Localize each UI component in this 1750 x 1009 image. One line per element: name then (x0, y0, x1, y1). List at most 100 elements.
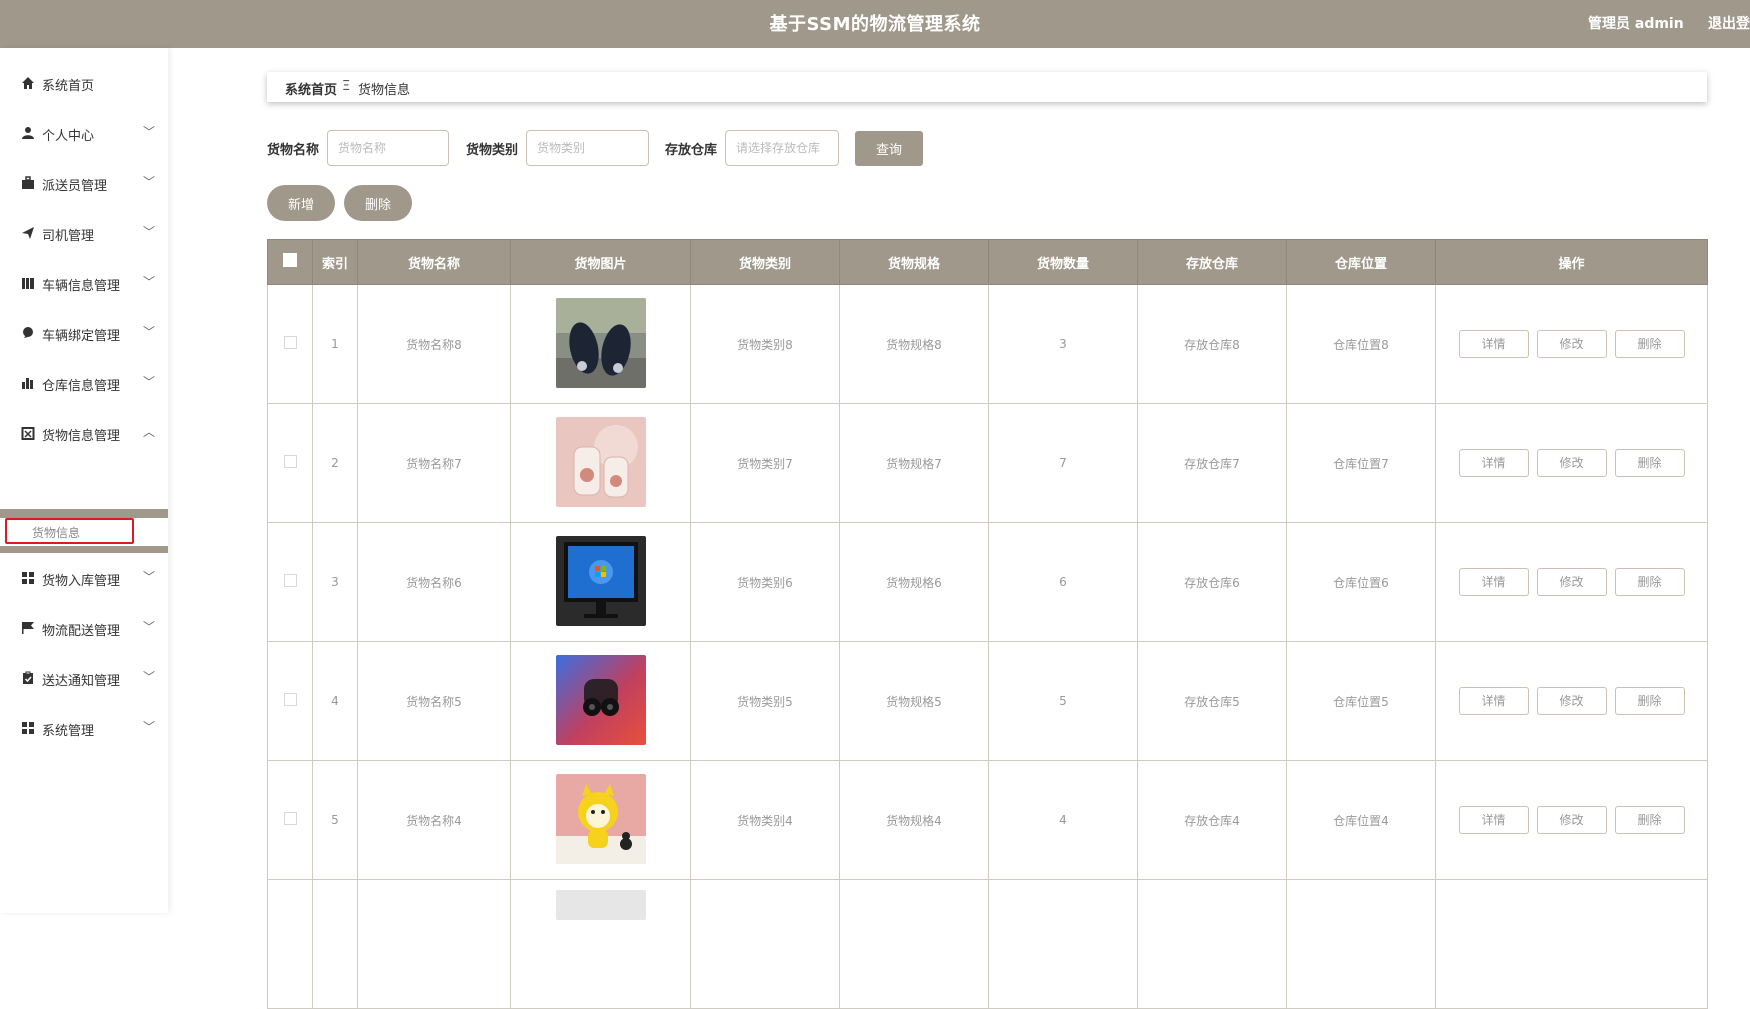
submenu-item-goods-info[interactable]: 货物信息 (0, 518, 168, 546)
sidebar-item-warehouses[interactable]: 仓库信息管理 ﹀ (0, 366, 168, 402)
row-spec: 货物规格7 (839, 403, 989, 523)
sidebar-item-notifications[interactable]: 送达通知管理 ﹀ (0, 661, 168, 697)
edit-button[interactable]: 修改 (1536, 449, 1607, 477)
chevron-down-icon: ﹀ (143, 125, 156, 139)
select-all-cell[interactable] (267, 239, 313, 285)
delete-button[interactable]: 删除 (1614, 330, 1685, 358)
table-header-row: 索引 货物名称 货物图片 货物类别 货物规格 货物数量 存放仓库 仓库位置 操作 (267, 239, 1708, 285)
row-quantity: 3 (988, 284, 1138, 404)
detail-button[interactable]: 详情 (1458, 806, 1529, 834)
edit-button[interactable]: 修改 (1536, 568, 1607, 596)
row-index: 4 (312, 641, 358, 761)
edit-button[interactable]: 修改 (1536, 687, 1607, 715)
detail-button[interactable]: 详情 (1458, 449, 1529, 477)
clipboard-icon (23, 671, 33, 684)
row-warehouse: 存放仓库6 (1137, 522, 1287, 642)
row-quantity: 7 (988, 403, 1138, 523)
row-goods-name: 货物名称4 (357, 760, 511, 880)
delete-button[interactable]: 删除 (1614, 806, 1685, 834)
add-button[interactable]: 新增 (267, 185, 335, 221)
column-header: 货物类别 (690, 239, 840, 285)
table-row: 4 货物名称5 货物类别5 货物规格5 5 存放仓库5 仓库位置5 详情 修改 删除 (267, 641, 1708, 761)
sidebar-item-label: 货物信息管理 (42, 429, 121, 444)
bar-chart-icon (22, 378, 33, 389)
sidebar-item-label: 车辆信息管理 (42, 279, 121, 294)
sidebar-item-system[interactable]: 系统管理 ﹀ (0, 711, 168, 747)
sidebar-item-label: 货物入库管理 (42, 574, 121, 589)
chevron-down-icon: ﹀ (143, 175, 156, 189)
logout-link[interactable]: 退出登 (1708, 13, 1750, 33)
top-bar: 基于SSM的物流管理系统 管理员 admin 退出登 (0, 0, 1750, 48)
paper-plane-icon (22, 227, 34, 239)
chevron-up-icon: ︿ (143, 425, 156, 439)
sidebar-item-vehicles[interactable]: 车辆信息管理 ﹀ (0, 266, 168, 302)
sidebar-item-home[interactable]: 系统首页 (0, 66, 168, 102)
sidebar-item-goods-inbound[interactable]: 货物入库管理 ﹀ (0, 561, 168, 597)
edit-button[interactable]: 修改 (1536, 806, 1607, 834)
delete-button[interactable]: 删除 (1614, 449, 1685, 477)
row-checkbox[interactable] (283, 574, 297, 587)
breadcrumb: 系统首页 Ξ 货物信息 (267, 72, 1707, 102)
chevron-down-icon: ﹀ (143, 570, 156, 584)
row-actions: 详情 修改 删除 (1435, 641, 1708, 761)
home-icon (22, 77, 34, 89)
sidebar-item-drivers[interactable]: 司机管理 ﹀ (0, 216, 168, 252)
sidebar-item-label: 系统首页 (42, 79, 95, 94)
row-actions: 详情 修改 删除 (1435, 284, 1708, 404)
select-all-checkbox[interactable] (283, 253, 297, 267)
row-actions: 详情 修改 删除 (1435, 760, 1708, 880)
sidebar-item-label: 司机管理 (42, 229, 95, 244)
detail-button[interactable]: 详情 (1458, 687, 1529, 715)
row-checkbox[interactable] (283, 693, 297, 706)
breadcrumb-current: 货物信息 (358, 83, 411, 98)
row-location: 仓库位置7 (1286, 403, 1436, 523)
sidebar-item-goods[interactable]: 货物信息管理 ︿ (0, 416, 168, 452)
row-location: 仓库位置4 (1286, 760, 1436, 880)
row-goods-name: 货物名称5 (357, 641, 511, 761)
breadcrumb-separator: Ξ (342, 79, 351, 94)
goods-table: 索引 货物名称 货物图片 货物类别 货物规格 货物数量 存放仓库 仓库位置 操作… (267, 239, 1708, 1009)
goods-image (555, 654, 646, 745)
row-checkbox[interactable] (283, 336, 297, 349)
goods-category-label: 货物类别 (466, 143, 519, 158)
table-row (267, 879, 1708, 1009)
sidebar-item-label: 送达通知管理 (42, 674, 121, 689)
row-warehouse: 存放仓库5 (1137, 641, 1287, 761)
delete-button[interactable]: 删除 (1614, 687, 1685, 715)
breadcrumb-home[interactable]: 系统首页 (285, 79, 337, 98)
goods-name-input[interactable] (327, 130, 449, 166)
table-row: 5 货物名称4 货物类别4 货物规格4 4 存放仓库4 仓库位置4 详情 修改 删除 (267, 760, 1708, 880)
goods-image (555, 297, 646, 388)
row-checkbox[interactable] (283, 455, 297, 468)
row-warehouse: 存放仓库7 (1137, 403, 1287, 523)
row-checkbox[interactable] (283, 812, 297, 825)
sidebar-item-couriers[interactable]: 派送员管理 ﹀ (0, 166, 168, 202)
column-header: 货物规格 (839, 239, 989, 285)
row-spec: 货物规格8 (839, 284, 989, 404)
sidebar-item-label: 物流配送管理 (42, 624, 121, 639)
box-icon (21, 427, 35, 440)
query-button[interactable]: 查询 (855, 131, 923, 166)
row-spec: 货物规格6 (839, 522, 989, 642)
row-actions: 详情 修改 删除 (1435, 403, 1708, 523)
goods-category-input[interactable] (526, 130, 649, 166)
batch-delete-button[interactable]: 删除 (344, 185, 412, 221)
row-goods-name: 货物名称6 (357, 522, 511, 642)
row-quantity: 4 (988, 760, 1138, 880)
row-index: 5 (312, 760, 358, 880)
table-row: 3 货物名称6 货物类别6 货物规格6 6 存放仓库6 仓库位置6 详情 修改 删除 (267, 522, 1708, 642)
row-location: 仓库位置8 (1286, 284, 1436, 404)
row-category: 货物类别8 (690, 284, 840, 404)
detail-button[interactable]: 详情 (1458, 330, 1529, 358)
edit-button[interactable]: 修改 (1536, 330, 1607, 358)
sidebar-item-label: 派送员管理 (42, 179, 108, 194)
user-icon (22, 127, 34, 139)
detail-button[interactable]: 详情 (1458, 568, 1529, 596)
warehouse-select[interactable] (725, 130, 839, 166)
row-quantity: 6 (988, 522, 1138, 642)
sidebar-item-profile[interactable]: 个人中心 ﹀ (0, 116, 168, 152)
sidebar-item-delivery[interactable]: 物流配送管理 ﹀ (0, 611, 168, 647)
sidebar-item-vehicle-binding[interactable]: 车辆绑定管理 ﹀ (0, 316, 168, 352)
delete-button[interactable]: 删除 (1614, 568, 1685, 596)
goods-image (555, 773, 646, 864)
